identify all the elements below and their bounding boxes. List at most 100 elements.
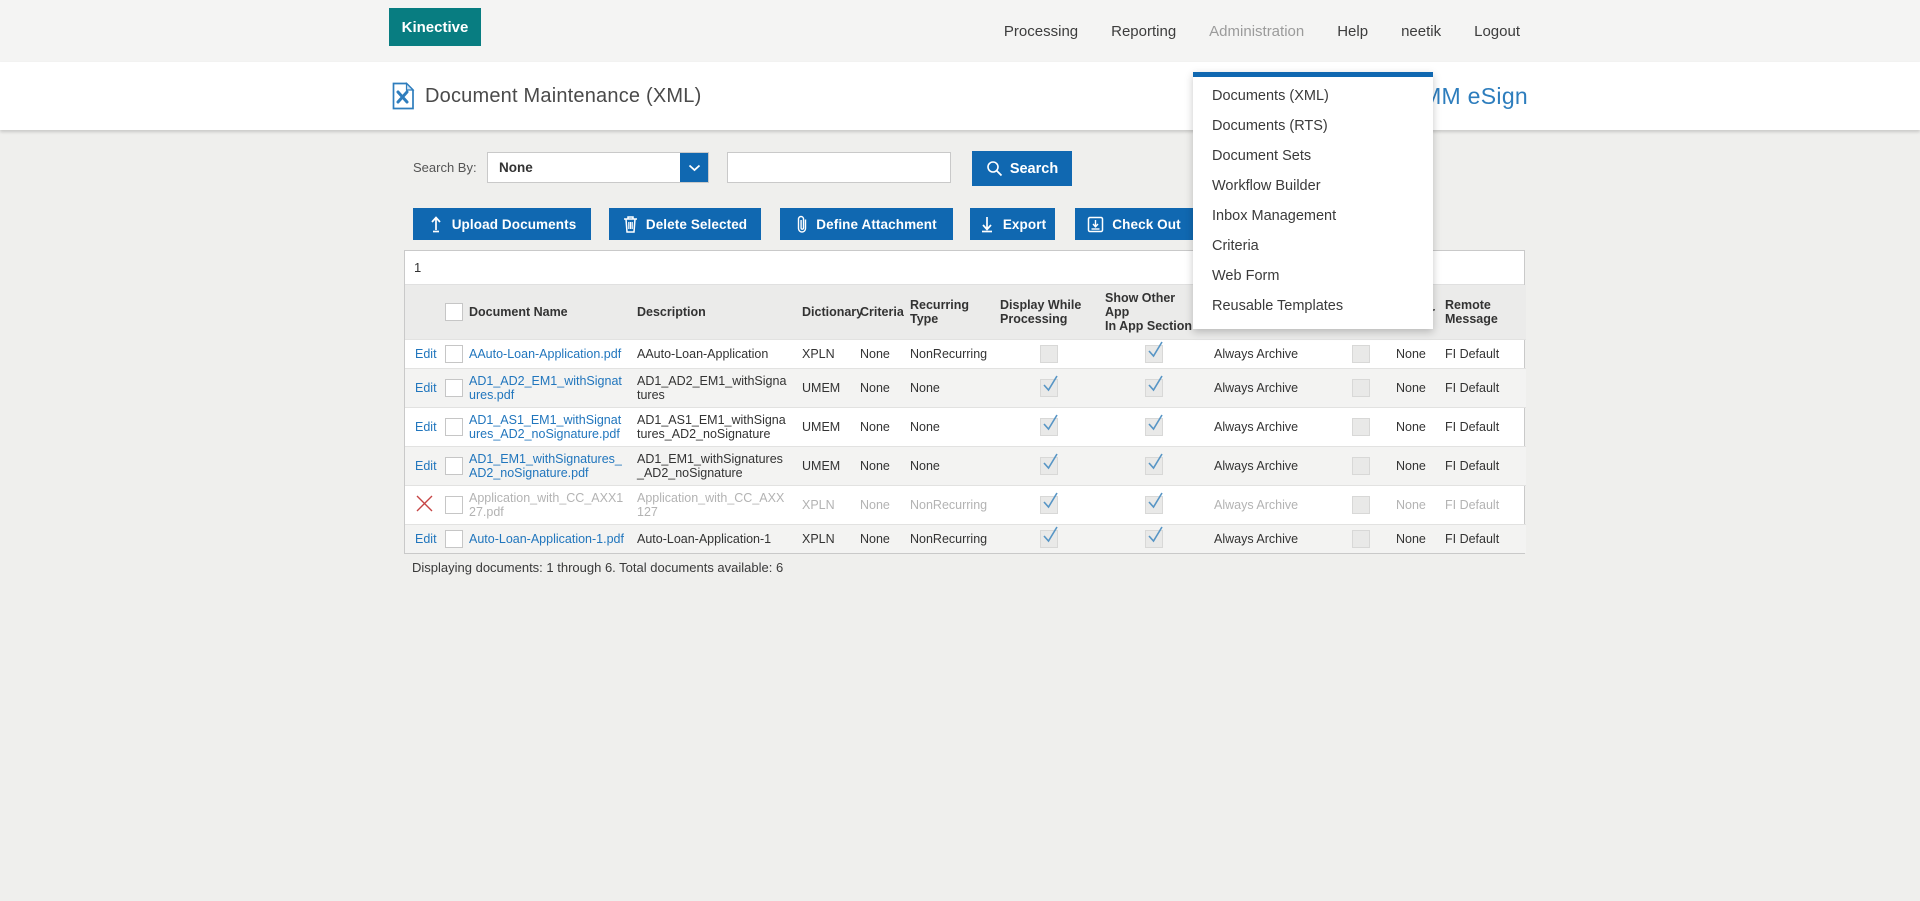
edit-link[interactable]: Edit — [415, 459, 437, 473]
table-row: Edit AD1_EM1_withSignatures_AD2_noSignatu… — [405, 447, 1526, 486]
cell-criteria: None — [856, 486, 906, 525]
cell-recurring-type: None — [906, 369, 996, 408]
cell-description: Application_with_CC_AXX127 — [633, 486, 798, 525]
table-row: Edit AD1_AS1_EM1_withSignatures_AD2_noSig… — [405, 408, 1526, 447]
cell-select — [441, 408, 463, 447]
checked-indicator — [1145, 345, 1163, 363]
admin-menu-item-criteria[interactable]: Criteria — [1193, 231, 1433, 261]
document-name-link[interactable]: AAuto-Loan-Application.pdf — [469, 347, 621, 361]
cell-select — [441, 525, 463, 554]
page-title: Document Maintenance (XML) — [425, 85, 701, 108]
nav-link-help[interactable]: Help — [1337, 23, 1368, 40]
cell-select — [441, 447, 463, 486]
cell-flag — [1336, 525, 1386, 554]
header-description: Description — [633, 285, 798, 340]
row-checkbox[interactable] — [445, 379, 463, 397]
nav-link-processing[interactable]: Processing — [1004, 23, 1078, 40]
nav-links: Processing Reporting Administration Help nee… — [1004, 0, 1520, 62]
select-all-checkbox[interactable] — [445, 303, 463, 321]
define-attachment-button[interactable]: Define Attachment — [780, 208, 953, 240]
admin-menu-item-workflow-builder[interactable]: Workflow Builder — [1193, 171, 1433, 201]
cell-col-r: None — [1386, 447, 1439, 486]
trash-icon — [623, 215, 638, 233]
cell-archive: Always Archive — [1206, 447, 1336, 486]
row-checkbox[interactable] — [445, 496, 463, 514]
edit-link[interactable]: Edit — [415, 381, 437, 395]
cell-criteria: None — [856, 340, 906, 369]
nav-link-administration[interactable]: Administration — [1209, 23, 1304, 40]
cell-description: AD1_EM1_withSignatures_AD2_noSignature — [633, 447, 798, 486]
row-checkbox[interactable] — [445, 457, 463, 475]
cell-flag — [1336, 486, 1386, 525]
admin-menu-item-documents-rts[interactable]: Documents (RTS) — [1193, 111, 1433, 141]
cell-action: Edit — [405, 369, 441, 408]
document-name-link[interactable]: AD1_AD2_EM1_withSignatures.pdf — [469, 374, 622, 402]
cell-show-other-app — [1101, 486, 1206, 525]
cell-remote-message: FI Default — [1439, 340, 1526, 369]
unchecked-indicator — [1352, 496, 1370, 514]
search-icon — [986, 160, 1003, 177]
unchecked-indicator — [1352, 457, 1370, 475]
header-remote-message: Remote Message — [1439, 285, 1526, 340]
edit-link[interactable]: Edit — [415, 420, 437, 434]
cell-document-name: Auto-Loan-Application-1.pdf — [463, 525, 633, 554]
cell-criteria: None — [856, 369, 906, 408]
edit-link[interactable]: Edit — [415, 347, 437, 361]
cell-archive: Always Archive — [1206, 408, 1336, 447]
edit-link[interactable]: Edit — [415, 532, 437, 546]
document-name-link[interactable]: AD1_EM1_withSignatures_AD2_noSignature.p… — [469, 452, 622, 480]
admin-menu-item-web-form[interactable]: Web Form — [1193, 261, 1433, 291]
document-name-link[interactable]: Application_with_CC_AXX127.pdf — [469, 491, 623, 519]
cell-dictionary: UMEM — [798, 447, 856, 486]
download-icon — [979, 215, 995, 233]
checked-indicator — [1145, 379, 1163, 397]
paperclip-icon — [796, 215, 808, 234]
checked-indicator — [1040, 418, 1058, 436]
header-show-other-app: Show Other App In App Section — [1101, 285, 1206, 340]
table-row: Application_with_CC_AXX127.pdf Applicatio… — [405, 486, 1526, 525]
admin-menu-item-documents-xml[interactable]: Documents (XML) — [1193, 81, 1433, 111]
cell-archive: Always Archive — [1206, 486, 1336, 525]
nav-link-logout[interactable]: Logout — [1474, 23, 1520, 40]
nav-link-neetik[interactable]: neetik — [1401, 23, 1441, 40]
nav-link-reporting[interactable]: Reporting — [1111, 23, 1176, 40]
table-row: Edit AAuto-Loan-Application.pdf AAuto-Loan… — [405, 340, 1526, 369]
cell-dictionary: UMEM — [798, 408, 856, 447]
row-checkbox[interactable] — [445, 345, 463, 363]
checked-indicator — [1145, 418, 1163, 436]
upload-documents-button[interactable]: Upload Documents — [413, 208, 591, 240]
cell-action: Edit — [405, 408, 441, 447]
check-out-button[interactable]: Check Out — [1075, 208, 1193, 240]
admin-menu-item-reusable-templates[interactable]: Reusable Templates — [1193, 291, 1433, 321]
unchecked-indicator — [1352, 379, 1370, 397]
document-name-link[interactable]: Auto-Loan-Application-1.pdf — [469, 532, 624, 546]
cell-description: AAuto-Loan-Application — [633, 340, 798, 369]
cell-display-while-processing — [996, 447, 1101, 486]
cell-show-other-app — [1101, 369, 1206, 408]
search-button[interactable]: Search — [972, 151, 1072, 186]
header-dictionary: Dictionary — [798, 285, 856, 340]
header-criteria: Criteria — [856, 285, 906, 340]
row-checkbox[interactable] — [445, 418, 463, 436]
delete-selected-button[interactable]: Delete Selected — [609, 208, 761, 240]
search-by-select[interactable]: None — [487, 152, 709, 183]
cell-dictionary: XPLN — [798, 340, 856, 369]
kinective-logo: Kinective — [389, 8, 481, 46]
cell-document-name: AD1_EM1_withSignatures_AD2_noSignature.p… — [463, 447, 633, 486]
row-checkbox[interactable] — [445, 530, 463, 548]
cell-col-r: None — [1386, 525, 1439, 554]
table-row: EditAD1_AD2_EM1_withSignatures.pdfAD1_AD… — [405, 369, 1526, 408]
cell-document-name: AAuto-Loan-Application.pdf — [463, 340, 633, 369]
cell-col-r: None — [1386, 340, 1439, 369]
check-out-icon — [1087, 216, 1104, 233]
search-input[interactable] — [727, 152, 951, 183]
export-button[interactable]: Export — [970, 208, 1055, 240]
document-name-link[interactable]: AD1_AS1_EM1_withSignatures_AD2_noSignatu… — [469, 413, 621, 441]
admin-menu-item-inbox-management[interactable]: Inbox Management — [1193, 201, 1433, 231]
cell-display-while-processing — [996, 525, 1101, 554]
cell-recurring-type: NonRecurring — [906, 486, 996, 525]
document-tools-icon — [392, 82, 415, 110]
cell-recurring-type: None — [906, 447, 996, 486]
chevron-down-icon[interactable] — [680, 153, 708, 182]
admin-menu-item-document-sets[interactable]: Document Sets — [1193, 141, 1433, 171]
